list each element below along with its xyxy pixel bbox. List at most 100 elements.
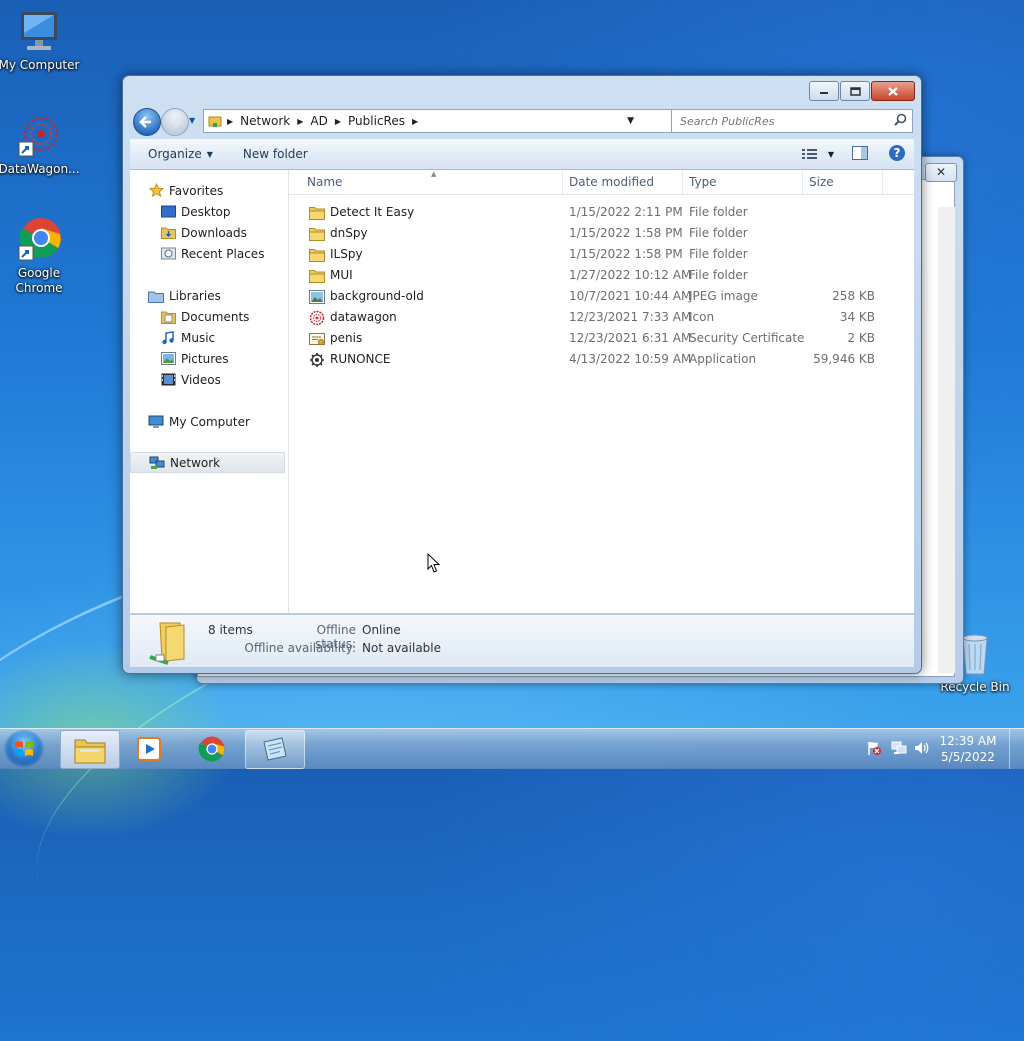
breadcrumb-separator-icon[interactable]: ▶ <box>224 117 236 126</box>
search-icon[interactable] <box>894 113 907 129</box>
datawagon-icon <box>15 112 63 160</box>
nav-pictures[interactable]: Pictures <box>160 348 229 369</box>
file-row[interactable]: RUNONCE 4/13/2022 10:59 AM Application 5… <box>289 349 914 370</box>
nav-videos[interactable]: Videos <box>160 369 221 390</box>
file-list: Name ▲ Date modified Type Size Detect It… <box>289 170 914 613</box>
taskbar-notepad[interactable] <box>245 730 305 769</box>
volume-icon[interactable] <box>913 739 931 757</box>
music-icon <box>160 330 176 346</box>
file-date: 1/15/2022 1:58 PM <box>569 247 683 261</box>
breadcrumb-publicres[interactable]: PublicRes <box>344 114 409 128</box>
breadcrumb-ad[interactable]: AD <box>306 114 331 128</box>
address-bar[interactable]: ▶ Network ▶ AD ▶ PublicRes ▶ ▼ <box>203 109 669 133</box>
column-header-name[interactable]: Name ▲ <box>301 170 563 194</box>
maximize-icon <box>849 86 861 96</box>
breadcrumb-separator-icon[interactable]: ▶ <box>409 117 421 126</box>
file-row[interactable]: background-old 10/7/2021 10:44 AM JPEG i… <box>289 286 914 307</box>
nav-network[interactable]: Network <box>130 452 285 473</box>
background-window-scrollbar[interactable] <box>938 207 955 673</box>
column-header-size[interactable]: Size <box>803 170 883 194</box>
nav-favorites[interactable]: Favorites <box>148 180 223 201</box>
file-name: RUNONCE <box>330 352 391 366</box>
background-window-close-button[interactable]: ✕ <box>925 163 957 182</box>
taskbar-windows-explorer[interactable] <box>60 730 120 769</box>
file-row[interactable]: datawagon 12/23/2021 7:33 AM Icon 34 KB <box>289 307 914 328</box>
file-row[interactable]: MUI 1/27/2022 10:12 AM File folder <box>289 265 914 286</box>
offline-availability-value: Not available <box>362 641 442 655</box>
details-pane: 8 items Offline status: Online Offline a… <box>130 614 914 667</box>
preview-pane-button[interactable] <box>842 145 878 163</box>
file-size: 2 KB <box>847 331 875 345</box>
file-name: datawagon <box>330 310 397 324</box>
arrow-left-icon <box>139 116 151 128</box>
close-icon: ✕ <box>935 165 947 179</box>
navigation-pane: Favorites Desktop Downloads Recent Place… <box>130 170 289 613</box>
system-clock[interactable]: 12:39 AM 5/5/2022 <box>938 733 998 765</box>
new-folder-button[interactable]: New folder <box>227 147 322 161</box>
file-name: background-old <box>330 289 424 303</box>
help-button[interactable]: ? <box>878 144 914 165</box>
network-folder-large-icon <box>146 619 194 668</box>
close-icon <box>888 86 898 96</box>
breadcrumb-separator-icon[interactable]: ▶ <box>332 117 344 126</box>
command-bar: Organize ▼ New folder ▼ ? <box>130 139 914 170</box>
desktop-icon-google-chrome[interactable]: Google Chrome <box>0 216 81 296</box>
computer-icon <box>15 8 63 56</box>
file-name-cell: Detect It Easy <box>309 202 559 223</box>
breadcrumb-network[interactable]: Network <box>236 114 294 128</box>
column-header-label: Date modified <box>569 175 655 189</box>
file-date: 12/23/2021 6:31 AM <box>569 331 692 345</box>
nav-recent-places[interactable]: Recent Places <box>160 243 264 264</box>
desktop-icon-my-computer[interactable]: My Computer <box>0 8 81 73</box>
taskbar-google-chrome[interactable] <box>183 730 241 767</box>
folder-icon <box>74 739 106 763</box>
file-row[interactable]: Detect It Easy 1/15/2022 2:11 PM File fo… <box>289 202 914 223</box>
application-icon <box>309 352 325 368</box>
taskbar: 12:39 AM 5/5/2022 <box>0 728 1024 769</box>
taskbar-media-player[interactable] <box>121 730 179 767</box>
column-header-date-modified[interactable]: Date modified <box>563 170 683 194</box>
nav-downloads[interactable]: Downloads <box>160 222 247 243</box>
file-row[interactable]: dnSpy 1/15/2022 1:58 PM File folder <box>289 223 914 244</box>
file-name-cell: background-old <box>309 286 559 307</box>
network-icon <box>149 455 165 471</box>
minimize-button[interactable] <box>809 81 839 101</box>
preview-pane-icon <box>852 145 868 160</box>
recent-pages-dropdown[interactable]: ▼ <box>189 116 195 125</box>
show-desktop-button[interactable] <box>1009 729 1024 769</box>
file-size: 34 KB <box>839 310 875 324</box>
file-row[interactable]: ILSpy 1/15/2022 1:58 PM File folder <box>289 244 914 265</box>
file-type: File folder <box>689 205 748 219</box>
change-view-button[interactable]: ▼ <box>794 148 842 160</box>
nav-label: Recent Places <box>181 246 265 261</box>
nav-label: Desktop <box>181 204 231 219</box>
new-folder-label: New folder <box>242 147 308 161</box>
start-button[interactable] <box>4 730 44 768</box>
organize-menu-button[interactable]: Organize ▼ <box>130 147 227 161</box>
maximize-button[interactable] <box>840 81 870 101</box>
nav-desktop[interactable]: Desktop <box>160 201 231 222</box>
close-button[interactable] <box>871 81 915 101</box>
nav-label: Documents <box>181 309 250 324</box>
nav-music[interactable]: Music <box>160 327 215 348</box>
search-box[interactable] <box>671 109 913 133</box>
address-history-dropdown[interactable]: ▼ <box>627 116 634 126</box>
forward-button[interactable] <box>161 108 189 136</box>
action-center-flag-icon[interactable] <box>865 739 883 757</box>
search-input[interactable] <box>678 113 892 129</box>
network-status-icon[interactable] <box>890 739 908 757</box>
column-header-type[interactable]: Type <box>683 170 803 194</box>
back-button[interactable] <box>133 108 161 136</box>
organize-label: Organize <box>148 147 202 161</box>
item-count: 8 items <box>208 623 253 637</box>
desktop-icon-datawagon[interactable]: DataWagon... <box>0 112 81 177</box>
network-folder-icon <box>206 114 224 128</box>
offline-availability-label: Offline availability: <box>244 641 356 655</box>
breadcrumb-separator-icon[interactable]: ▶ <box>294 117 306 126</box>
notepad-icon <box>263 736 287 761</box>
file-row[interactable]: penis 12/23/2021 6:31 AM Security Certif… <box>289 328 914 349</box>
file-date: 1/15/2022 2:11 PM <box>569 205 683 219</box>
nav-libraries[interactable]: Libraries <box>148 285 221 306</box>
nav-my-computer[interactable]: My Computer <box>148 411 250 432</box>
nav-documents[interactable]: Documents <box>160 306 249 327</box>
